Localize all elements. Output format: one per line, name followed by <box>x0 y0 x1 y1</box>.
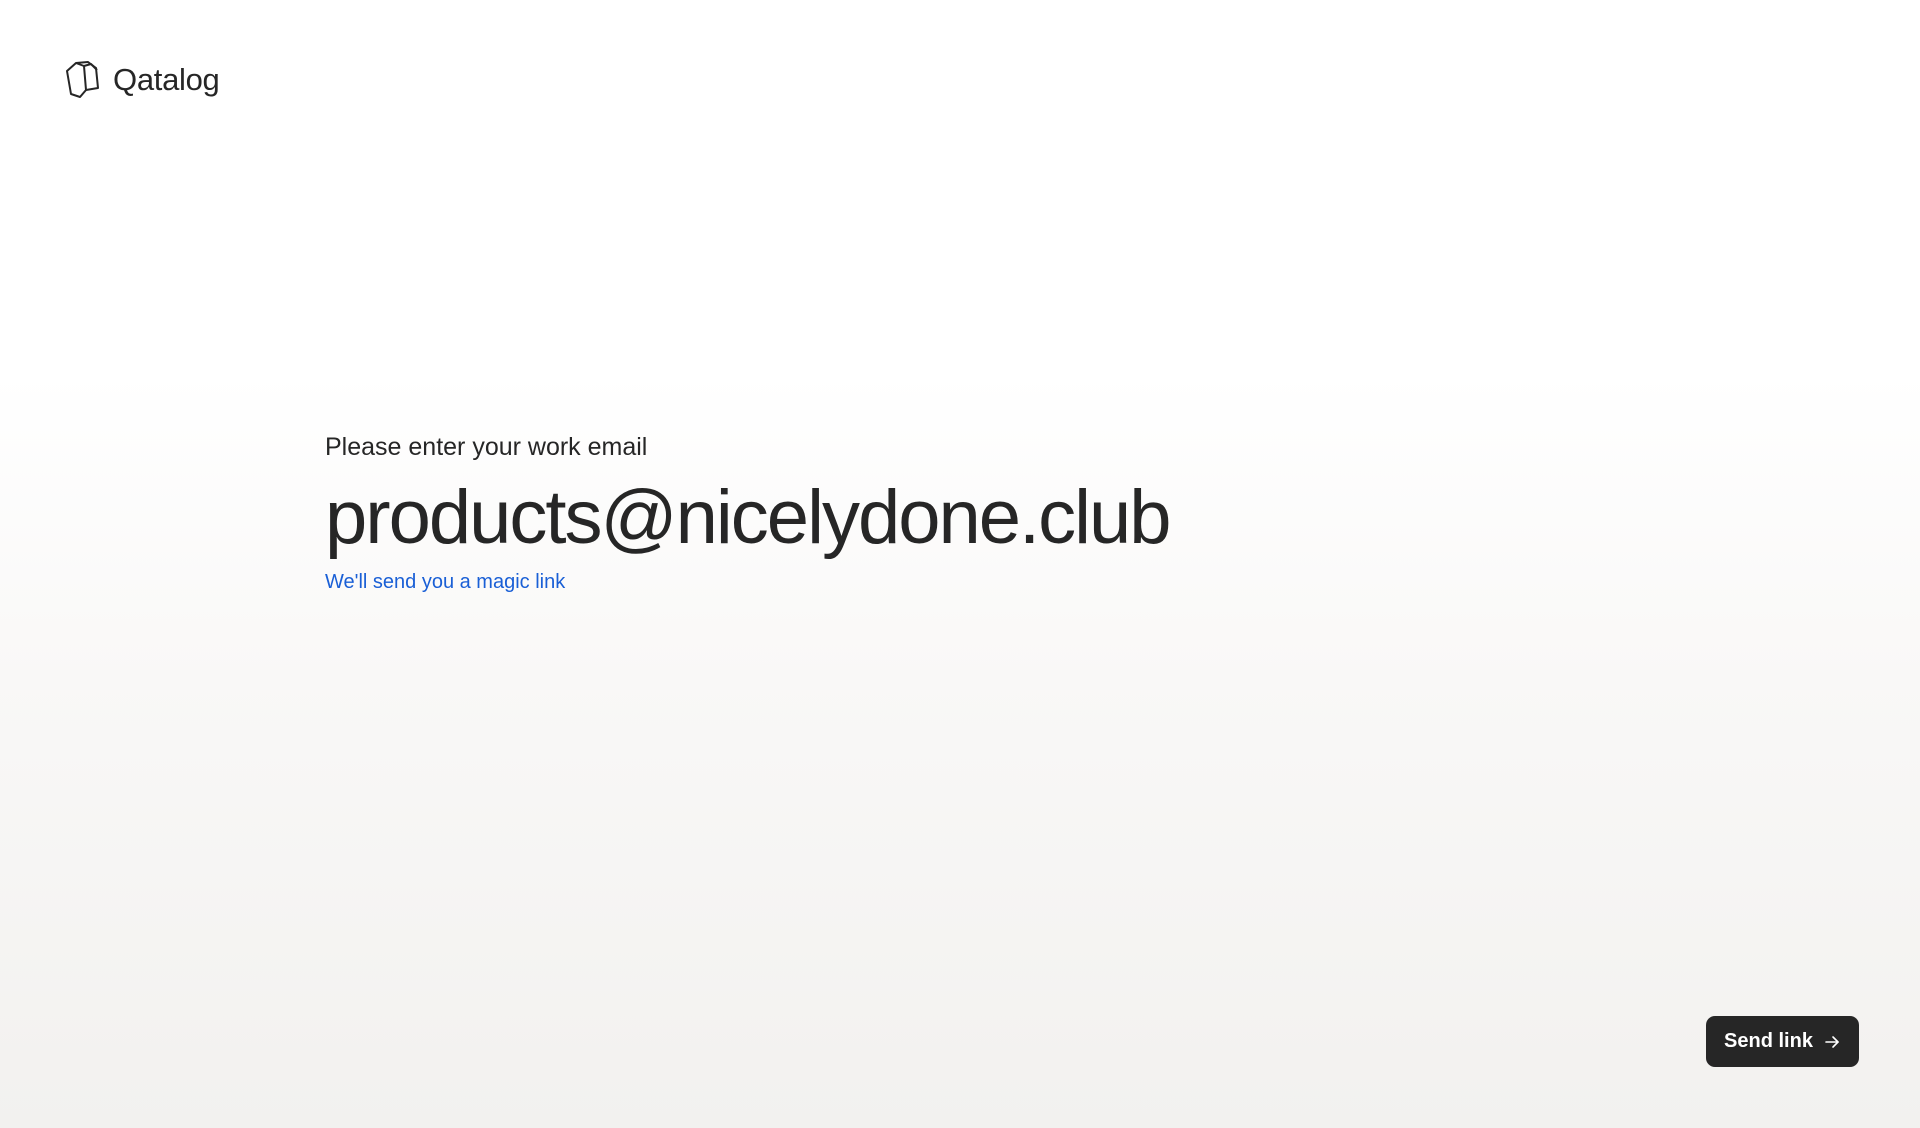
magic-link-hint[interactable]: We'll send you a magic link <box>325 570 565 594</box>
send-link-label: Send link <box>1724 1030 1813 1052</box>
brand-name: Qatalog <box>113 61 220 97</box>
send-link-button[interactable]: Send link <box>1706 1016 1859 1067</box>
email-input[interactable] <box>325 476 1625 560</box>
stacked-hexagon-logo-icon <box>66 61 99 98</box>
email-form: Please enter your work email We'll send … <box>325 432 1625 594</box>
brand-logo[interactable]: Qatalog <box>62 58 220 100</box>
email-prompt-label: Please enter your work email <box>325 433 648 461</box>
arrow-right-icon <box>1825 1035 1839 1048</box>
